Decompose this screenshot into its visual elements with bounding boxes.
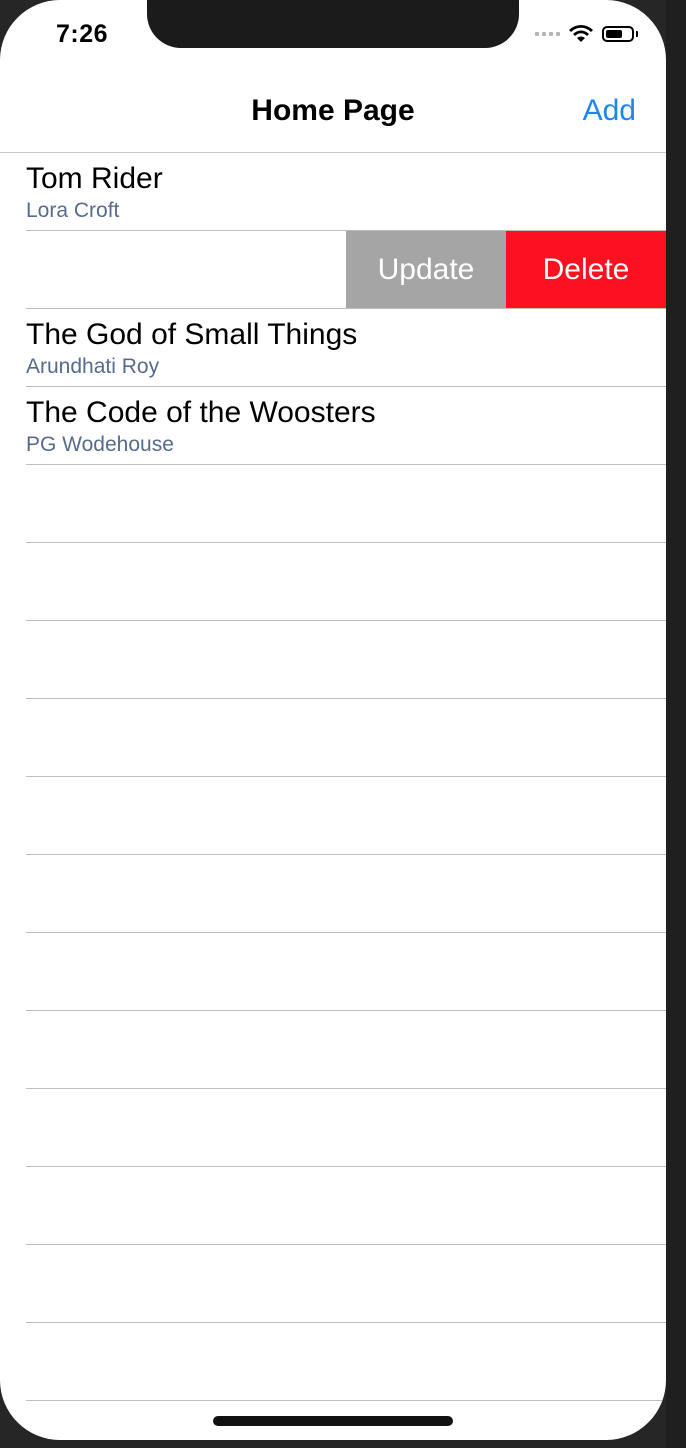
list-item-swiped[interactable]: Update Delete — [0, 231, 666, 309]
delete-button[interactable]: Delete — [506, 231, 666, 308]
add-button[interactable]: Add — [583, 94, 636, 128]
status-time: 7:26 — [56, 20, 109, 48]
book-list: Tom Rider Lora Croft Update Delete The G… — [0, 153, 666, 1440]
device-notch — [147, 0, 519, 48]
list-item[interactable]: The Code of the Woosters PG Wodehouse — [0, 387, 666, 465]
empty-row — [0, 699, 666, 777]
phone-screen: 7:26 Home Page Add Tom Rider Lora Croft … — [0, 0, 666, 1440]
empty-row — [0, 1323, 666, 1401]
swipe-actions: Update Delete — [346, 231, 666, 308]
item-title: The God of Small Things — [26, 318, 358, 351]
empty-row — [0, 543, 666, 621]
empty-row — [0, 777, 666, 855]
item-title: The Code of the Woosters — [26, 396, 376, 429]
empty-row — [0, 855, 666, 933]
empty-row — [0, 1245, 666, 1323]
item-subtitle: Lora Croft — [26, 199, 120, 222]
empty-row — [0, 465, 666, 543]
status-icons — [535, 24, 638, 44]
page-title: Home Page — [251, 94, 415, 127]
list-item[interactable]: Tom Rider Lora Croft — [0, 153, 666, 231]
empty-row — [0, 621, 666, 699]
battery-icon — [602, 26, 634, 42]
update-button[interactable]: Update — [346, 231, 506, 308]
empty-row — [0, 1089, 666, 1167]
empty-row — [0, 1167, 666, 1245]
signal-icon — [535, 32, 560, 36]
empty-row — [0, 1011, 666, 1089]
navigation-bar: Home Page Add — [0, 80, 666, 153]
device-edge — [666, 0, 686, 1448]
item-subtitle: Arundhati Roy — [26, 355, 160, 378]
battery-tip — [636, 31, 638, 37]
home-indicator[interactable] — [213, 1416, 453, 1426]
list-item[interactable]: The God of Small Things Arundhati Roy — [0, 309, 666, 387]
empty-row — [0, 933, 666, 1011]
item-subtitle: PG Wodehouse — [26, 433, 174, 456]
item-title: Tom Rider — [26, 162, 163, 195]
wifi-icon — [569, 25, 593, 42]
